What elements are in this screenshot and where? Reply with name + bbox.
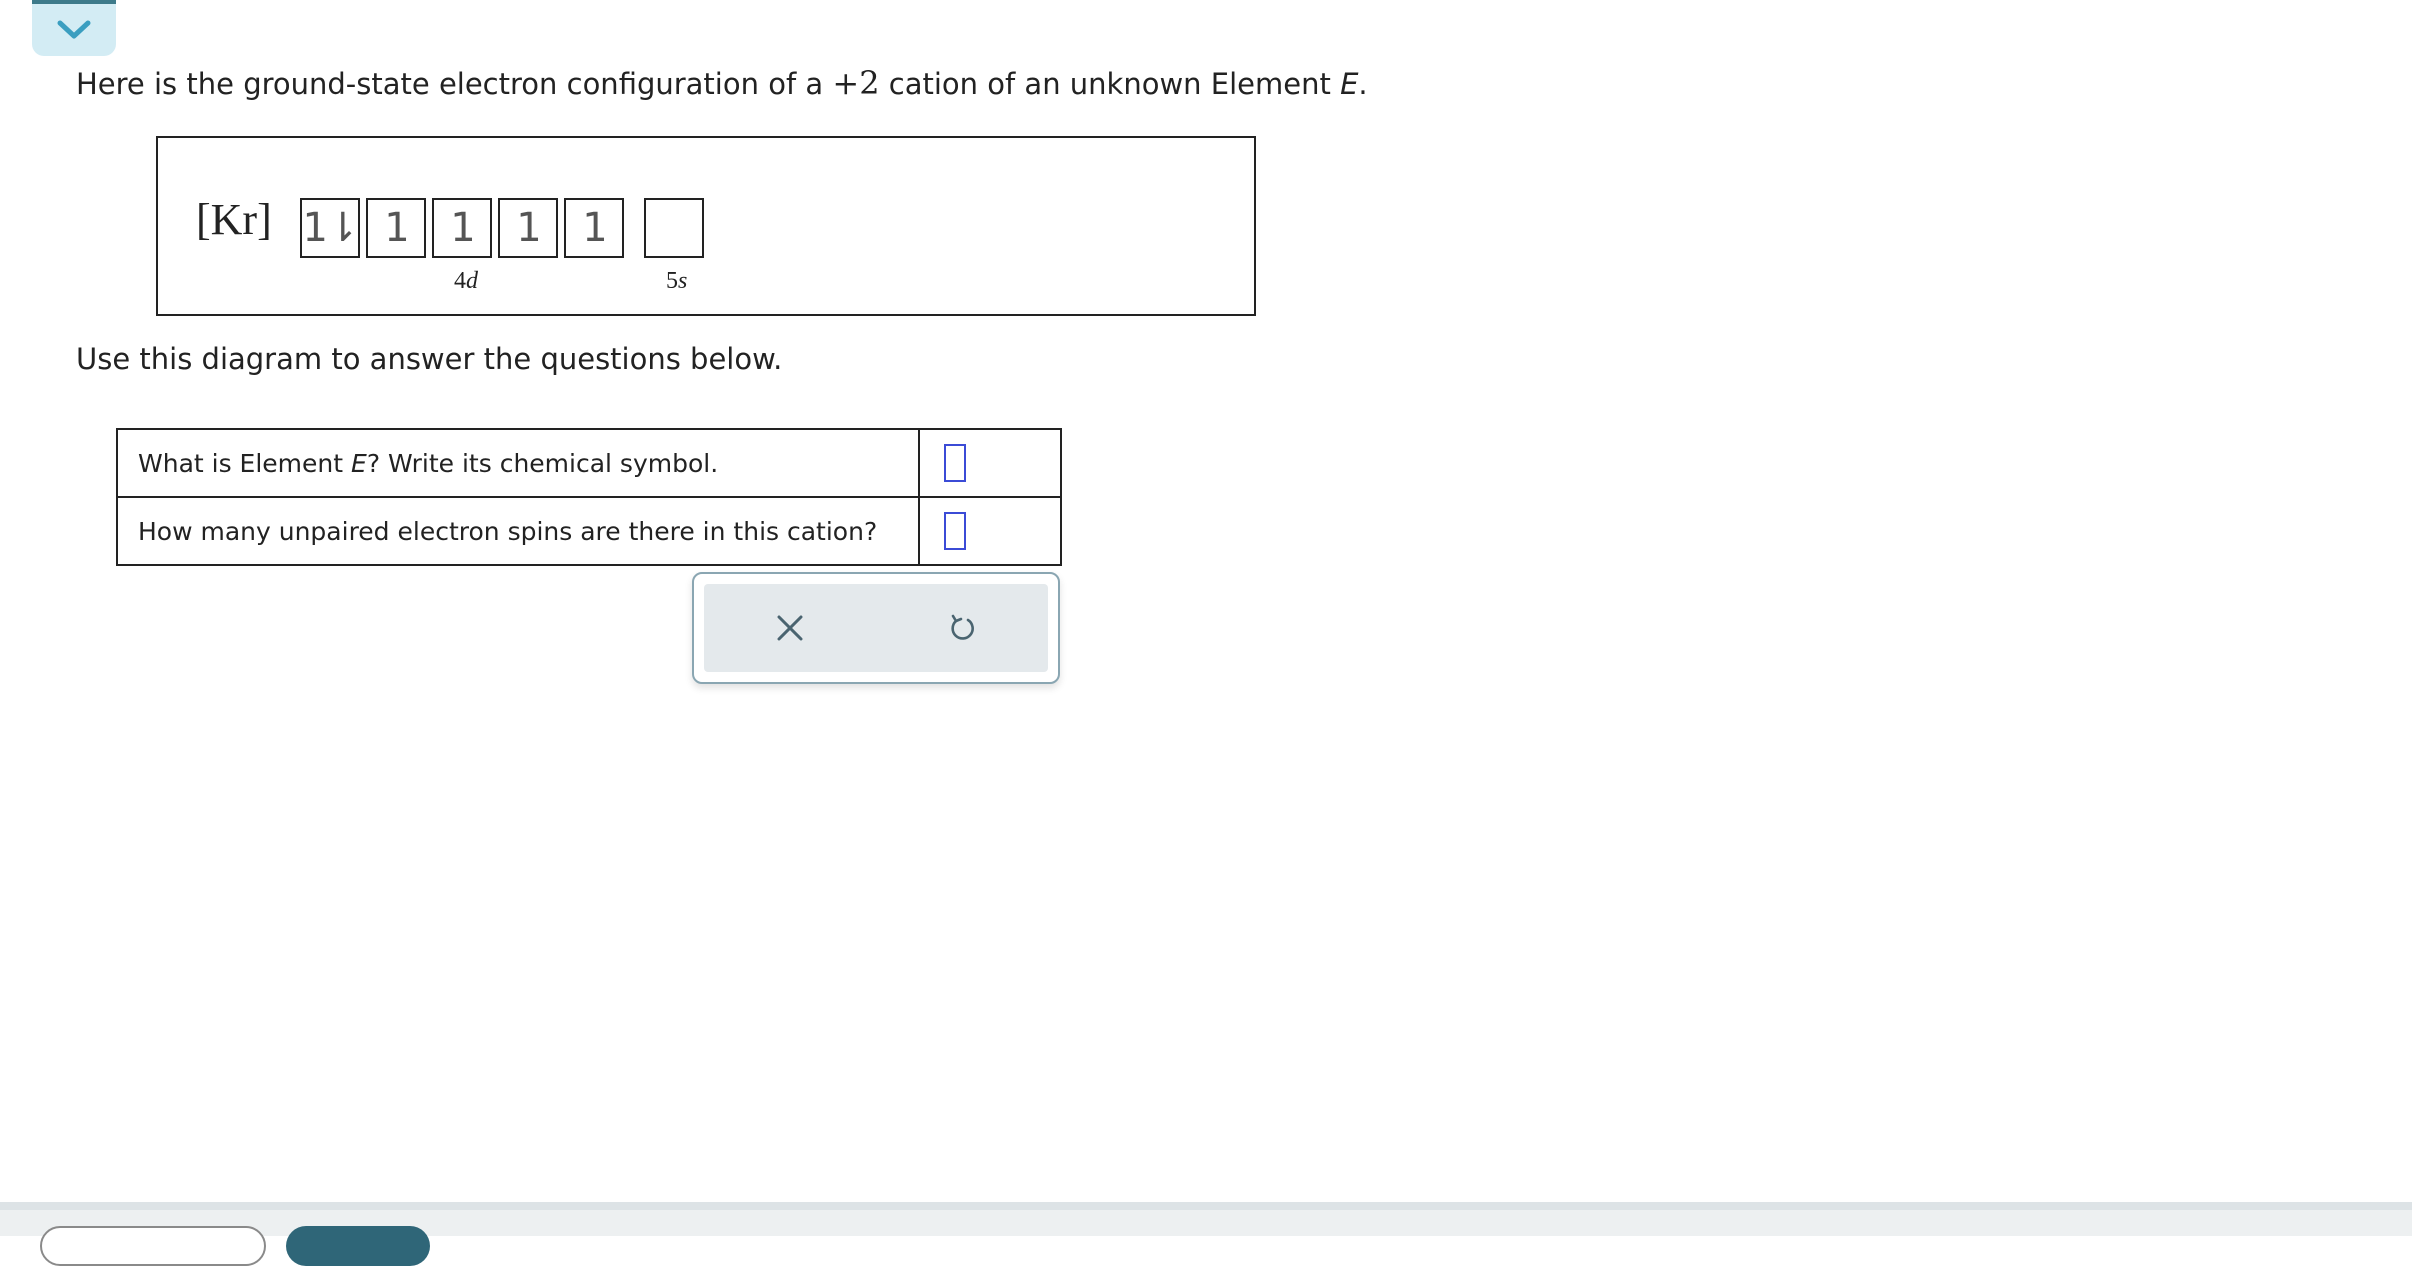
orbital-box: 1 <box>432 198 492 258</box>
question-text: How many unpaired electron spins are the… <box>116 496 920 566</box>
instruction-text: Use this diagram to answer the questions… <box>76 342 783 376</box>
toolbar-inner <box>704 584 1048 672</box>
answer-cell <box>918 496 1062 566</box>
secondary-action-button[interactable] <box>40 1226 266 1266</box>
table-row: What is Element E? Write its chemical sy… <box>116 428 1062 498</box>
undo-button[interactable] <box>932 598 992 658</box>
question-text: What is Element E? Write its chemical sy… <box>116 428 920 498</box>
element-variable: E <box>1340 67 1359 101</box>
subshell-4d-orbitals: 1⇂ 1 1 1 1 <box>300 198 624 258</box>
answer-cell <box>918 428 1062 498</box>
electron-configuration-diagram: [Kr] 1⇂ 1 1 1 1 4d 5s <box>156 136 1256 316</box>
subshell-5s-orbitals <box>644 198 704 258</box>
table-row: How many unpaired electron spins are the… <box>116 496 1062 566</box>
chevron-down-icon <box>57 20 91 39</box>
questions-table: What is Element E? Write its chemical sy… <box>116 428 1062 566</box>
orbital-box: 1⇂ <box>300 198 360 258</box>
collapse-toggle-button[interactable] <box>32 0 116 56</box>
undo-icon <box>951 614 974 640</box>
clear-button[interactable] <box>760 598 820 658</box>
intro-text: Here is the ground-state electron config… <box>76 64 1368 102</box>
element-symbol-input[interactable] <box>944 444 966 482</box>
answer-toolbar <box>692 572 1060 684</box>
noble-gas-core: [Kr] <box>196 195 272 244</box>
orbital-box <box>644 198 704 258</box>
orbital-box: 1 <box>564 198 624 258</box>
charge-value: +2 <box>832 64 880 102</box>
orbital-box: 1 <box>498 198 558 258</box>
unpaired-spins-input[interactable] <box>944 512 966 550</box>
close-icon <box>777 615 803 641</box>
subshell-label-4d: 4d <box>454 268 478 294</box>
subshell-label-5s: 5s <box>666 268 688 294</box>
orbital-box: 1 <box>366 198 426 258</box>
primary-action-button[interactable] <box>286 1226 430 1266</box>
